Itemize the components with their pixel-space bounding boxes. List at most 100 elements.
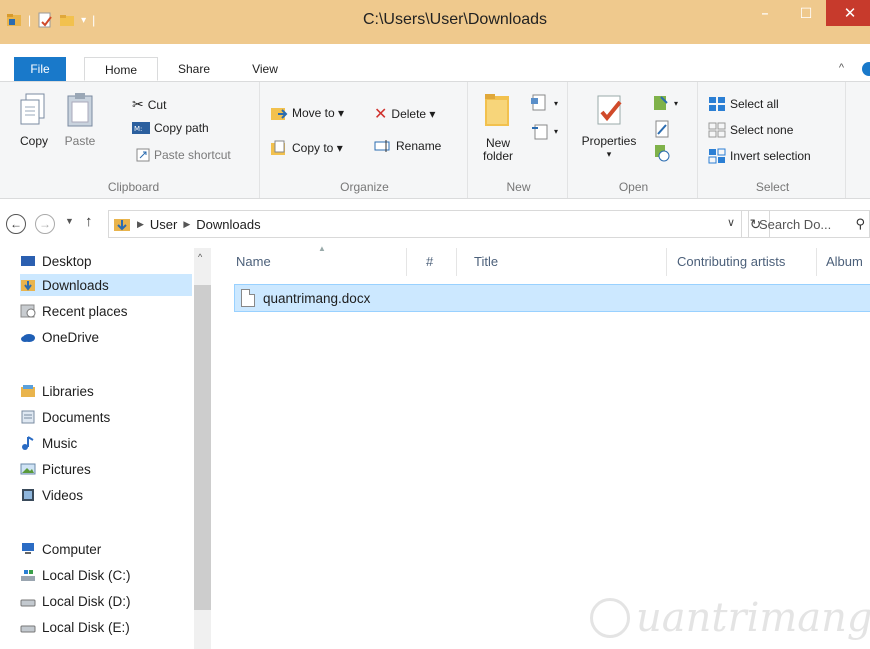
column-divider[interactable] [666, 248, 667, 276]
history-icon [655, 145, 670, 162]
select-all-button[interactable]: Select all [708, 96, 779, 112]
column-header-album[interactable]: Album [826, 254, 863, 269]
column-divider[interactable] [406, 248, 407, 276]
breadcrumb-downloads[interactable]: Downloads [196, 217, 260, 232]
address-box[interactable]: ▶ User ▶ Downloads ∨ [108, 210, 742, 238]
file-row[interactable]: quantrimang.docx [234, 284, 870, 312]
select-group: Select all Select none Invert selection … [700, 82, 846, 198]
column-divider[interactable] [456, 248, 457, 276]
tab-view[interactable]: View [236, 57, 294, 81]
watermark-bulb-icon [590, 598, 630, 638]
recent-locations-icon[interactable]: ▼ [65, 216, 74, 226]
nav-item-desktop[interactable]: Desktop [20, 250, 92, 272]
column-header-contributing-artists[interactable]: Contributing artists [677, 254, 785, 269]
column-header-title[interactable]: Title [474, 254, 498, 269]
breadcrumb-user[interactable]: User [150, 217, 177, 232]
nav-item-pictures[interactable]: Pictures [20, 458, 91, 480]
search-icon[interactable]: ⚲ [855, 216, 865, 232]
recent-places-icon [20, 304, 36, 318]
invert-selection-button[interactable]: Invert selection [708, 148, 811, 164]
tab-share[interactable]: Share [160, 57, 228, 81]
back-button[interactable]: ← [6, 214, 26, 234]
move-to-button[interactable]: Move to ▾ [270, 104, 344, 122]
help-icon[interactable] [862, 62, 870, 76]
properties-button[interactable]: Properties ▾ [576, 94, 642, 161]
move-to-icon [271, 108, 288, 120]
nav-item-computer[interactable]: Computer [20, 538, 101, 560]
column-divider[interactable] [816, 248, 817, 276]
select-none-label: Select none [730, 123, 794, 137]
column-header-name[interactable]: Name [236, 254, 271, 269]
organize-group-label: Organize [340, 180, 389, 194]
easy-access-button[interactable]: ▾ [530, 122, 558, 140]
nav-scroll-up-icon[interactable]: ^ [198, 252, 202, 262]
collapse-ribbon-icon[interactable]: ^ [839, 62, 844, 74]
open-group: Properties ▾ ▾ Open [570, 82, 698, 198]
breadcrumb-separator-icon[interactable]: ▶ [183, 219, 190, 230]
close-button[interactable]: ✕ [826, 0, 870, 26]
nav-item-local-disk-d[interactable]: Local Disk (D:) [20, 590, 131, 612]
address-history-dropdown-icon[interactable]: ∨ [727, 216, 735, 229]
new-folder-button[interactable]: New folder [474, 90, 522, 163]
up-arrow-icon[interactable]: ↑ [85, 213, 93, 230]
search-input[interactable]: Search Do... ⚲ [748, 210, 870, 238]
navigation-pane[interactable]: ^ Desktop Downloads Recent places OneDri… [0, 240, 212, 649]
libraries-icon [21, 385, 35, 397]
nav-item-label: Local Disk (D:) [42, 593, 131, 609]
rename-button[interactable]: Rename [374, 139, 441, 153]
copy-to-button[interactable]: Copy to ▾ [270, 139, 343, 157]
organize-group: Move to ▾ ✕ Delete ▾ Copy to ▾ Rename Or… [262, 82, 468, 198]
column-header-number[interactable]: # [426, 254, 433, 269]
tab-home[interactable]: Home [84, 57, 158, 81]
nav-scrollbar-thumb[interactable] [194, 285, 211, 610]
nav-item-downloads[interactable]: Downloads [20, 274, 192, 296]
open-button[interactable]: ▾ [652, 94, 678, 112]
maximize-button[interactable]: ☐ [790, 0, 822, 26]
disk-d-icon [20, 599, 36, 607]
easy-access-icon [532, 124, 548, 140]
breadcrumb-separator-icon[interactable]: ▶ [137, 219, 144, 230]
properties-label: Properties [581, 134, 637, 148]
scissors-icon: ✂ [132, 96, 144, 112]
edit-button[interactable] [654, 120, 670, 138]
select-none-button[interactable]: Select none [708, 122, 793, 138]
nav-item-label: Computer [42, 541, 102, 557]
nav-item-music[interactable]: Music [20, 432, 77, 454]
paste-button[interactable]: Paste [58, 92, 102, 148]
nav-item-label: Desktop [42, 253, 92, 269]
open-dropdown-icon: ▾ [674, 98, 679, 108]
new-item-button[interactable]: ▾ [530, 94, 558, 112]
nav-item-recent-places[interactable]: Recent places [20, 300, 128, 322]
minimize-icon: – [761, 6, 769, 20]
copy-button[interactable]: Copy [12, 92, 56, 148]
copy-path-button[interactable]: M: Copy path [132, 121, 209, 135]
copy-path-label: Copy path [154, 121, 209, 135]
delete-label: Delete ▾ [391, 107, 436, 121]
cut-label: Cut [147, 97, 167, 112]
invert-selection-icon [708, 148, 726, 164]
paste-shortcut-button[interactable]: Paste shortcut [136, 148, 231, 162]
computer-icon [22, 543, 34, 554]
new-group: New folder ▾ ▾ New [470, 82, 568, 198]
paste-label: Paste [64, 134, 96, 148]
cut-button[interactable]: ✂ Cut [132, 96, 166, 113]
nav-item-local-disk-e[interactable]: Local Disk (E:) [20, 616, 130, 638]
window-title: C:\Users\User\Downloads [362, 11, 548, 28]
close-icon: ✕ [843, 5, 857, 22]
nav-item-videos[interactable]: Videos [20, 484, 83, 506]
nav-item-label: Recent places [42, 303, 128, 319]
select-all-icon [709, 97, 725, 111]
ribbon: Copy Paste ✂ Cut M: Copy path Paste shor… [0, 81, 870, 199]
tab-file[interactable]: File [14, 57, 66, 81]
nav-item-local-disk-c[interactable]: Local Disk (C:) [20, 564, 131, 586]
nav-item-onedrive[interactable]: OneDrive [20, 326, 99, 348]
back-arrow-icon: ← [10, 217, 22, 231]
forward-button[interactable]: → [35, 214, 55, 234]
history-button[interactable] [654, 144, 670, 162]
new-folder-icon [485, 94, 509, 126]
delete-button[interactable]: ✕ Delete ▾ [374, 104, 435, 124]
nav-item-libraries[interactable]: Libraries [20, 380, 94, 402]
minimize-button[interactable]: – [750, 0, 780, 26]
nav-item-documents[interactable]: Documents [20, 406, 110, 428]
watermark-text: uantrimang [636, 595, 870, 641]
